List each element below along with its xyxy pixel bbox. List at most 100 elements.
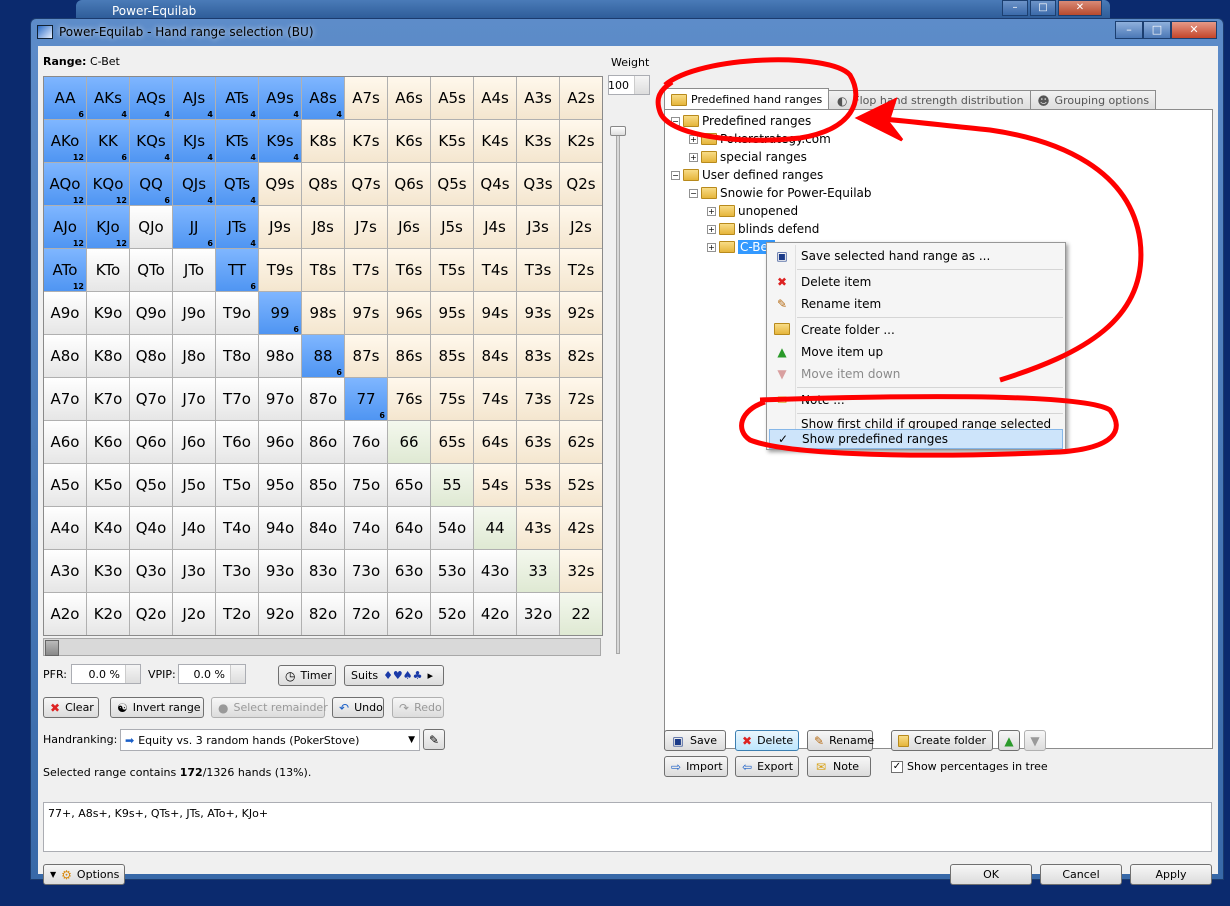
tree-rename-button[interactable]: ✎ Rename	[807, 730, 874, 751]
tree-node-user-defined[interactable]: − User defined ranges	[671, 168, 823, 182]
hand-cell[interactable]: T5s	[431, 249, 473, 291]
hand-cell[interactable]: Q5o	[130, 464, 172, 506]
hand-cell[interactable]: 97o	[259, 378, 301, 420]
hand-cell[interactable]: Q9s	[259, 163, 301, 205]
hand-cell[interactable]: T7o	[216, 378, 258, 420]
tree-node-cbet[interactable]: + C-Bet	[707, 240, 775, 254]
hand-cell[interactable]: Q4s	[474, 163, 516, 205]
hand-cell[interactable]: 92o	[259, 593, 301, 635]
select-remainder-button[interactable]: ● Select remainder	[211, 697, 328, 718]
export-button[interactable]: ⇦ Export	[735, 756, 799, 777]
range-slider-thumb[interactable]	[45, 640, 59, 656]
hand-cell[interactable]: Q7s	[345, 163, 387, 205]
hand-cell[interactable]: 76o	[345, 421, 387, 463]
hand-cell[interactable]: J2o	[173, 593, 215, 635]
expand-icon[interactable]: +	[689, 152, 698, 162]
hand-cell[interactable]: A9s 4	[259, 77, 301, 119]
tree-node-unopened[interactable]: + unopened	[707, 204, 798, 218]
hand-cell[interactable]: T6o	[216, 421, 258, 463]
hand-cell[interactable]: 73o	[345, 550, 387, 592]
hand-cell[interactable]: 72s	[560, 378, 602, 420]
hand-cell[interactable]: ATo 12	[44, 249, 86, 291]
menu-note[interactable]: ✉ Note ...	[769, 389, 1063, 411]
handranking-select[interactable]: ➡ Equity vs. 3 random hands (PokerStove) ▼	[120, 729, 420, 751]
close-icon[interactable]: ✕	[1058, 0, 1102, 16]
hand-cell[interactable]: 32o	[517, 593, 559, 635]
hand-cell[interactable]: K4o	[87, 507, 129, 549]
show-percentages-checkbox[interactable]: ✓ Show percentages in tree	[891, 760, 1048, 773]
collapse-icon[interactable]: −	[671, 116, 680, 126]
hand-cell[interactable]: J6o	[173, 421, 215, 463]
expand-icon[interactable]: +	[707, 224, 716, 234]
hand-cell[interactable]: 74o	[345, 507, 387, 549]
import-button[interactable]: ⇨ Import	[664, 756, 728, 777]
hand-cell[interactable]: K2s	[560, 120, 602, 162]
hand-cell[interactable]: 54s	[474, 464, 516, 506]
minimize-icon[interactable]: –	[1002, 0, 1028, 16]
hand-cell[interactable]: 94o	[259, 507, 301, 549]
hand-cell[interactable]: A6s	[388, 77, 430, 119]
hand-cell[interactable]: A6o	[44, 421, 86, 463]
hand-cell[interactable]: T9o	[216, 292, 258, 334]
hand-cell[interactable]: JJ 6	[173, 206, 215, 248]
hand-cell[interactable]: T7s	[345, 249, 387, 291]
weight-slider[interactable]	[616, 134, 620, 654]
hand-cell[interactable]: 92s	[560, 292, 602, 334]
expand-icon[interactable]: +	[689, 134, 698, 144]
checkbox-checked-icon[interactable]: ✓	[891, 760, 903, 773]
hand-cell[interactable]: 72o	[345, 593, 387, 635]
hand-cell[interactable]: KTs 4	[216, 120, 258, 162]
hand-cell[interactable]: Q2o	[130, 593, 172, 635]
options-button[interactable]: ▼ ⚙ Options	[43, 864, 125, 885]
hand-cell[interactable]: K8o	[87, 335, 129, 377]
hand-cell[interactable]: QQ 6	[130, 163, 172, 205]
hand-cell[interactable]: A2s	[560, 77, 602, 119]
hand-cell[interactable]: KTo	[87, 249, 129, 291]
hand-cell[interactable]: 83s	[517, 335, 559, 377]
note-button[interactable]: ✉ Note	[807, 756, 871, 777]
menu-rename-item[interactable]: ✎ Rename item	[769, 293, 1063, 315]
hand-cell[interactable]: 75o	[345, 464, 387, 506]
hand-cell[interactable]: AQo 12	[44, 163, 86, 205]
hand-cell[interactable]: QTo	[130, 249, 172, 291]
hand-cell[interactable]: 86o	[302, 421, 344, 463]
hand-cell[interactable]: 82o	[302, 593, 344, 635]
hand-cell[interactable]: 97s	[345, 292, 387, 334]
hand-cell[interactable]: J3o	[173, 550, 215, 592]
tree-delete-button[interactable]: ✖ Delete	[735, 730, 799, 751]
hand-cell[interactable]: J7o	[173, 378, 215, 420]
hand-cell[interactable]: 87o	[302, 378, 344, 420]
hand-cell[interactable]: A2o	[44, 593, 86, 635]
hand-cell[interactable]: T2o	[216, 593, 258, 635]
menu-move-down[interactable]: ▼ Move item down	[769, 363, 1063, 385]
hand-cell[interactable]: Q6o	[130, 421, 172, 463]
hand-cell[interactable]: J3s	[517, 206, 559, 248]
hand-cell[interactable]: T9s	[259, 249, 301, 291]
hand-cell[interactable]: 43s	[517, 507, 559, 549]
hand-cell[interactable]: 63o	[388, 550, 430, 592]
hand-cell[interactable]: 93s	[517, 292, 559, 334]
hand-cell[interactable]: J6s	[388, 206, 430, 248]
hand-cell[interactable]: 95o	[259, 464, 301, 506]
hand-cell[interactable]: 33	[517, 550, 559, 592]
hand-cell[interactable]: J2s	[560, 206, 602, 248]
invert-range-button[interactable]: ☯ Invert range	[110, 697, 204, 718]
hand-cell[interactable]: KQs 4	[130, 120, 172, 162]
hand-cell[interactable]: J4o	[173, 507, 215, 549]
hand-cell[interactable]: QJo	[130, 206, 172, 248]
hand-cell[interactable]: 32s	[560, 550, 602, 592]
hand-cell[interactable]: Q3o	[130, 550, 172, 592]
hand-cell[interactable]: 22	[560, 593, 602, 635]
hand-cell[interactable]: 77 6	[345, 378, 387, 420]
hand-cell[interactable]: T3s	[517, 249, 559, 291]
hand-cell[interactable]: JTo	[173, 249, 215, 291]
hand-cell[interactable]: A9o	[44, 292, 86, 334]
hand-cell[interactable]: AQs 4	[130, 77, 172, 119]
hand-cell[interactable]: A5s	[431, 77, 473, 119]
hand-cell[interactable]: K6o	[87, 421, 129, 463]
collapse-icon[interactable]: −	[689, 188, 698, 198]
hand-cell[interactable]: 96s	[388, 292, 430, 334]
hand-cell[interactable]: T4s	[474, 249, 516, 291]
hand-cell[interactable]: A3o	[44, 550, 86, 592]
hand-cell[interactable]: K9s 4	[259, 120, 301, 162]
